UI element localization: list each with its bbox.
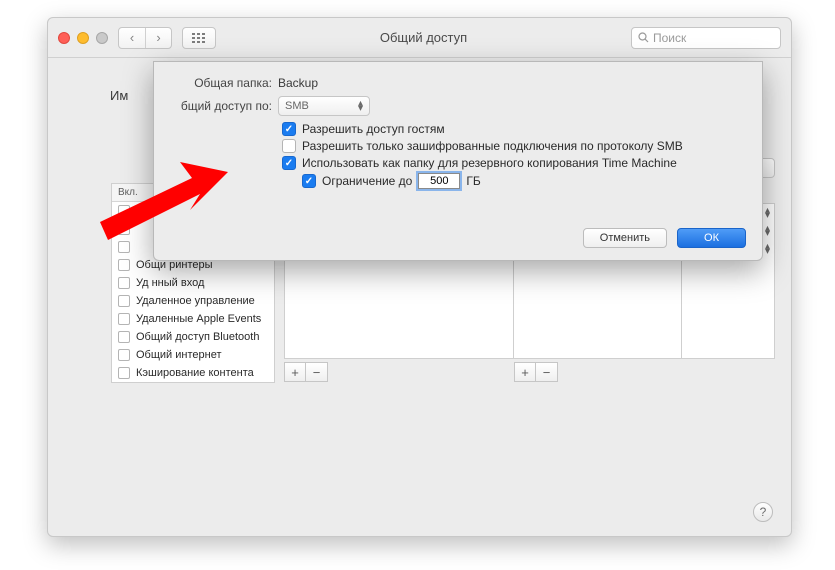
folder-options-sheet: Общая папка: Backup бщий доступ по: SMB … [153, 61, 763, 261]
add-folder-button[interactable]: + [284, 362, 306, 382]
cancel-button[interactable]: Отменить [583, 228, 667, 248]
service-label: Уд нный вход [136, 277, 204, 289]
add-user-button[interactable]: + [514, 362, 536, 382]
service-row[interactable]: Уд нный вход [112, 274, 274, 292]
option-row[interactable]: Использовать как папку для резервного ко… [282, 156, 744, 170]
ok-button[interactable]: ОК [677, 228, 746, 248]
limit-unit: ГБ [466, 174, 480, 188]
service-label: Удаленное управление [136, 295, 255, 307]
service-row[interactable]: Удаленное управление [112, 292, 274, 310]
checkbox-icon[interactable] [118, 313, 130, 325]
help-button[interactable]: ? [753, 502, 773, 522]
folder-label: Общая папка: [172, 76, 272, 90]
checkbox-icon[interactable] [118, 205, 130, 217]
service-label: Кэширование контента [136, 367, 254, 379]
checkbox-icon[interactable] [118, 331, 130, 343]
checkbox-icon[interactable] [282, 139, 296, 153]
folder-value: Backup [278, 76, 318, 90]
folders-addremove: + − [284, 362, 514, 382]
checkbox-icon[interactable] [118, 367, 130, 379]
service-row[interactable]: Удаленные Apple Events [112, 310, 274, 328]
service-label: Общий доступ Bluetooth [136, 331, 259, 343]
chevron-updown-icon: ▴▾ [358, 101, 363, 111]
option-row[interactable]: Разрешить доступ гостям [282, 122, 744, 136]
label-truncated: Им [110, 88, 128, 103]
prefs-window: ‹ › Общий доступ Поиск Им пьютере, тры… … [47, 17, 792, 537]
titlebar: ‹ › Общий доступ Поиск [48, 18, 791, 58]
share-via-select[interactable]: SMB ▴▾ [278, 96, 370, 116]
chevron-updown-icon: ▴▾ [765, 208, 770, 218]
limit-input[interactable] [418, 173, 460, 189]
search-icon [638, 32, 649, 43]
checkbox-icon[interactable] [118, 223, 130, 235]
users-addremove: + − [514, 362, 682, 382]
back-icon[interactable]: ‹ [119, 28, 145, 48]
limit-row[interactable]: Ограничение до ГБ [302, 173, 744, 189]
search-field[interactable]: Поиск [631, 27, 781, 49]
minimize-icon[interactable] [77, 32, 89, 44]
chevron-updown-icon: ▴▾ [765, 244, 770, 254]
close-icon[interactable] [58, 32, 70, 44]
checkbox-icon[interactable] [282, 156, 296, 170]
checkbox-icon[interactable] [282, 122, 296, 136]
checkbox-icon[interactable] [118, 277, 130, 289]
search-placeholder: Поиск [653, 31, 686, 45]
service-row[interactable]: Общий доступ Bluetooth [112, 328, 274, 346]
limit-label: Ограничение до [322, 174, 412, 188]
traffic-lights [58, 32, 108, 44]
window-title: Общий доступ [226, 30, 621, 45]
service-row[interactable]: Общий интернет [112, 346, 274, 364]
chevron-updown-icon: ▴▾ [765, 226, 770, 236]
show-all-button[interactable] [182, 27, 216, 49]
checkbox-icon[interactable] [302, 174, 316, 188]
checkbox-icon[interactable] [118, 259, 130, 271]
option-label: Использовать как папку для резервного ко… [302, 156, 677, 170]
service-label: Общий интернет [136, 349, 222, 361]
share-via-label: бщий доступ по: [172, 99, 272, 113]
forward-icon[interactable]: › [145, 28, 171, 48]
zoom-icon [96, 32, 108, 44]
option-label: Разрешить только зашифрованные подключен… [302, 139, 683, 153]
remove-user-button[interactable]: − [536, 362, 558, 382]
service-row[interactable]: Кэширование контента [112, 364, 274, 382]
checkbox-icon[interactable] [118, 295, 130, 307]
service-label: Удаленные Apple Events [136, 313, 261, 325]
remove-folder-button[interactable]: − [306, 362, 328, 382]
nav-segmented[interactable]: ‹ › [118, 27, 172, 49]
option-label: Разрешить доступ гостям [302, 122, 445, 136]
grid-icon [192, 33, 206, 43]
option-row[interactable]: Разрешить только зашифрованные подключен… [282, 139, 744, 153]
checkbox-icon[interactable] [118, 349, 130, 361]
checkbox-icon[interactable] [118, 241, 130, 253]
